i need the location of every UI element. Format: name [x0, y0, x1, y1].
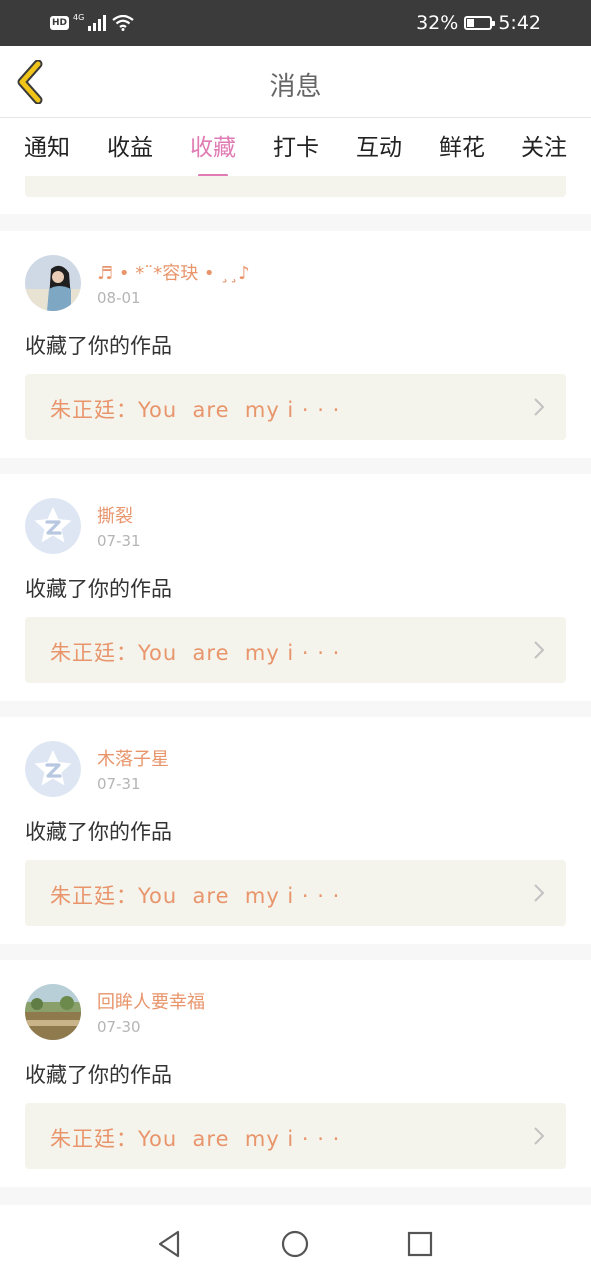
status-bar: HD 4G 32% 5:42	[0, 0, 591, 46]
tab-label: 互动	[356, 135, 402, 161]
tab-label: 关注	[521, 135, 567, 161]
action-text: 收藏了你的作品	[25, 1063, 172, 1087]
work-title: 朱正廷：You are my i · · ·	[50, 641, 341, 665]
page-title: 消息	[269, 72, 322, 102]
tab-0[interactable]: 通知	[17, 128, 77, 162]
chevron-right-icon	[534, 884, 545, 902]
chevron-right-icon	[534, 398, 545, 416]
user-avatar[interactable]	[25, 741, 81, 797]
tab-label: 打卡	[273, 135, 319, 161]
tab-label: 收益	[107, 135, 153, 161]
action-text: 收藏了你的作品	[25, 334, 172, 358]
battery-icon	[464, 16, 496, 30]
user-avatar[interactable]	[25, 498, 81, 554]
wifi-icon	[112, 15, 134, 31]
notification-list: ♬ • *¨*容玦 • ¸¸♪ 08-01 收藏了你的作品 朱正廷：You are m…	[0, 176, 591, 1205]
notification-card: ♬ • *¨*容玦 • ¸¸♪ 08-01 收藏了你的作品朱正廷：You are m…	[0, 231, 591, 458]
network-type-label: 4G	[73, 12, 85, 22]
work-link-box[interactable]: 朱正廷：You are my i · · ·	[25, 374, 566, 440]
app-header: 消息	[0, 46, 591, 118]
tab-1[interactable]: 收益	[100, 128, 160, 162]
nav-back-button[interactable]	[153, 1227, 187, 1261]
tab-bar: 通知 收益 收藏 打卡 互动 鲜花 关注	[0, 118, 591, 177]
username[interactable]: 撕裂	[97, 502, 133, 528]
notification-card: 撕裂 07-31 收藏了你的作品朱正廷：You are my i · · ·	[0, 474, 591, 701]
chevron-right-icon	[534, 641, 545, 659]
tab-6[interactable]: 关注	[514, 128, 574, 162]
partial-notification-card	[0, 176, 591, 214]
tab-label: 鲜花	[439, 135, 485, 161]
notification-date: 07-31	[97, 775, 141, 793]
work-title: 朱正廷：You are my i · · ·	[50, 1127, 341, 1151]
tab-2[interactable]: 收藏	[183, 128, 243, 177]
clock: 5:42	[498, 12, 541, 34]
chevron-right-icon	[534, 1127, 545, 1145]
work-link-box[interactable]: 朱正廷：You are my i · · ·	[25, 1103, 566, 1169]
notification-date: 08-01	[97, 289, 141, 307]
triangle-back-icon	[158, 1230, 180, 1258]
square-recents-icon	[407, 1231, 433, 1257]
nav-home-button[interactable]	[278, 1227, 312, 1261]
username[interactable]: ♬ • *¨*容玦 • ¸¸♪	[97, 259, 250, 285]
action-text: 收藏了你的作品	[25, 820, 172, 844]
hd-badge: HD	[50, 16, 70, 30]
work-link-box[interactable]: 朱正廷：You are my i · · ·	[25, 860, 566, 926]
work-link-box[interactable]: 朱正廷：You are my i · · ·	[25, 617, 566, 683]
status-indicators: HD 4G	[50, 12, 134, 34]
circle-home-icon	[281, 1230, 309, 1258]
username[interactable]: 木落子星	[97, 745, 169, 771]
partial-work-box[interactable]	[25, 176, 566, 197]
user-avatar[interactable]	[25, 984, 81, 1040]
tab-label: 收藏	[190, 135, 236, 161]
action-text: 收藏了你的作品	[25, 577, 172, 601]
signal-icon	[88, 15, 107, 31]
nav-recents-button[interactable]	[403, 1227, 437, 1261]
notification-card: 木落子星 07-31 收藏了你的作品朱正廷：You are my i · · ·	[0, 717, 591, 944]
tab-3[interactable]: 打卡	[266, 128, 326, 162]
user-avatar[interactable]	[25, 255, 81, 311]
status-right: 32% 5:42	[416, 10, 541, 36]
work-title: 朱正廷：You are my i · · ·	[50, 398, 341, 422]
system-nav-bar	[0, 1205, 591, 1280]
battery-percent: 32%	[416, 12, 459, 34]
username[interactable]: 回眸人要幸福	[97, 988, 205, 1014]
tab-4[interactable]: 互动	[349, 128, 409, 162]
notification-date: 07-31	[97, 532, 141, 550]
tab-label: 通知	[24, 135, 70, 161]
notification-date: 07-30	[97, 1018, 141, 1036]
work-title: 朱正廷：You are my i · · ·	[50, 884, 341, 908]
tab-5[interactable]: 鲜花	[432, 128, 492, 162]
notification-card: 回眸人要幸福 07-30 收藏了你的作品朱正廷：You are my i · · ·	[0, 960, 591, 1187]
